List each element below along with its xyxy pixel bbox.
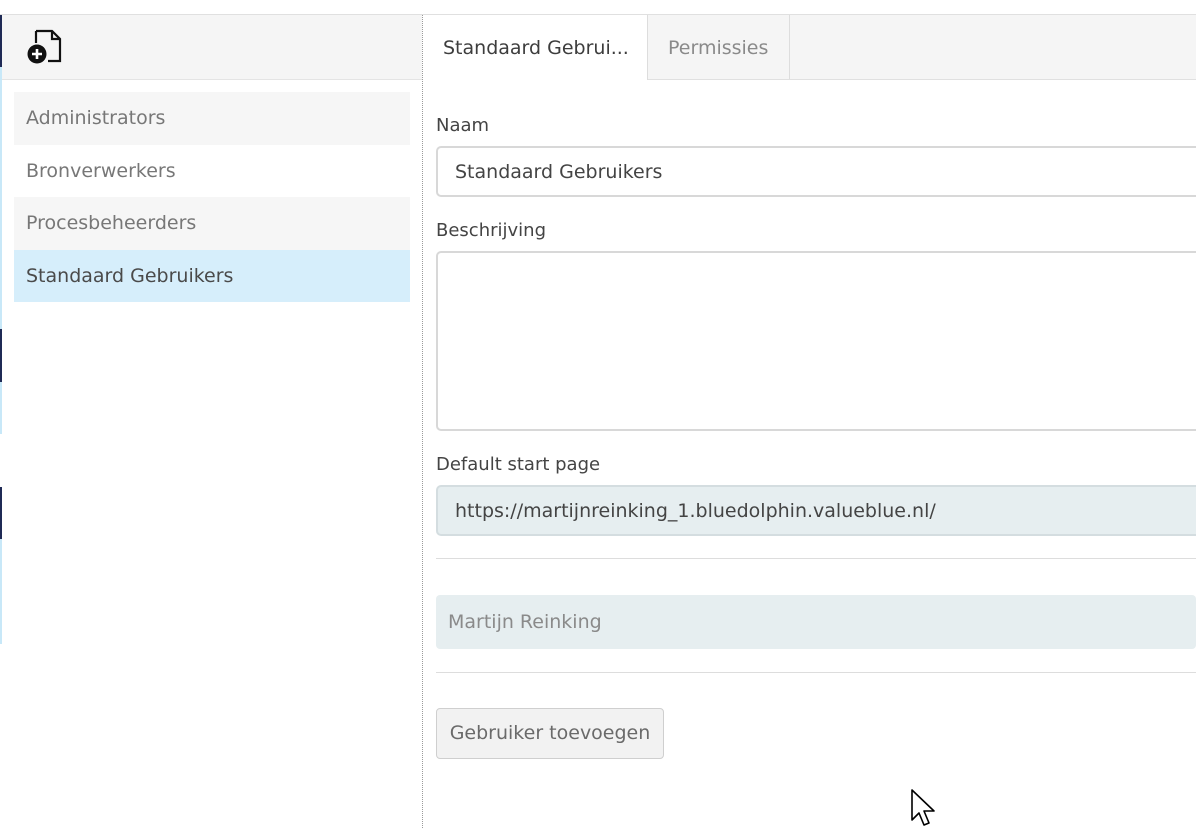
name-input[interactable] bbox=[436, 146, 1196, 197]
tab-bar: Standaard Gebrui... Permissies bbox=[423, 15, 1196, 80]
divider bbox=[436, 672, 1196, 673]
group-item-standaard-gebruikers[interactable]: Standaard Gebruikers bbox=[14, 249, 410, 302]
member-row[interactable]: Martijn Reinking bbox=[436, 595, 1196, 649]
new-document-plus-icon bbox=[27, 29, 62, 64]
sidebar-toolbar bbox=[2, 15, 422, 80]
start-page-input[interactable] bbox=[436, 485, 1196, 536]
group-item-procesbeheerders[interactable]: Procesbeheerders bbox=[14, 197, 410, 250]
tab-general[interactable]: Standaard Gebrui... bbox=[423, 15, 648, 80]
name-label: Naam bbox=[436, 115, 490, 136]
add-user-button[interactable]: Gebruiker toevoegen bbox=[436, 708, 664, 759]
app-window: Administrators Bronverwerkers Procesbehe… bbox=[0, 0, 1196, 828]
divider bbox=[436, 558, 1196, 559]
tab-permissions[interactable]: Permissies bbox=[648, 15, 790, 79]
group-item-bronverwerkers[interactable]: Bronverwerkers bbox=[14, 145, 410, 198]
panel-splitter[interactable] bbox=[422, 15, 423, 828]
description-textarea[interactable] bbox=[436, 251, 1196, 431]
description-label: Beschrijving bbox=[436, 220, 546, 241]
start-page-label: Default start page bbox=[436, 454, 601, 475]
group-list: Administrators Bronverwerkers Procesbehe… bbox=[14, 92, 410, 302]
new-group-button[interactable] bbox=[26, 29, 66, 67]
group-sidebar: Administrators Bronverwerkers Procesbehe… bbox=[2, 15, 422, 828]
mouse-pointer-icon bbox=[911, 789, 935, 826]
group-item-administrators[interactable]: Administrators bbox=[14, 92, 410, 145]
